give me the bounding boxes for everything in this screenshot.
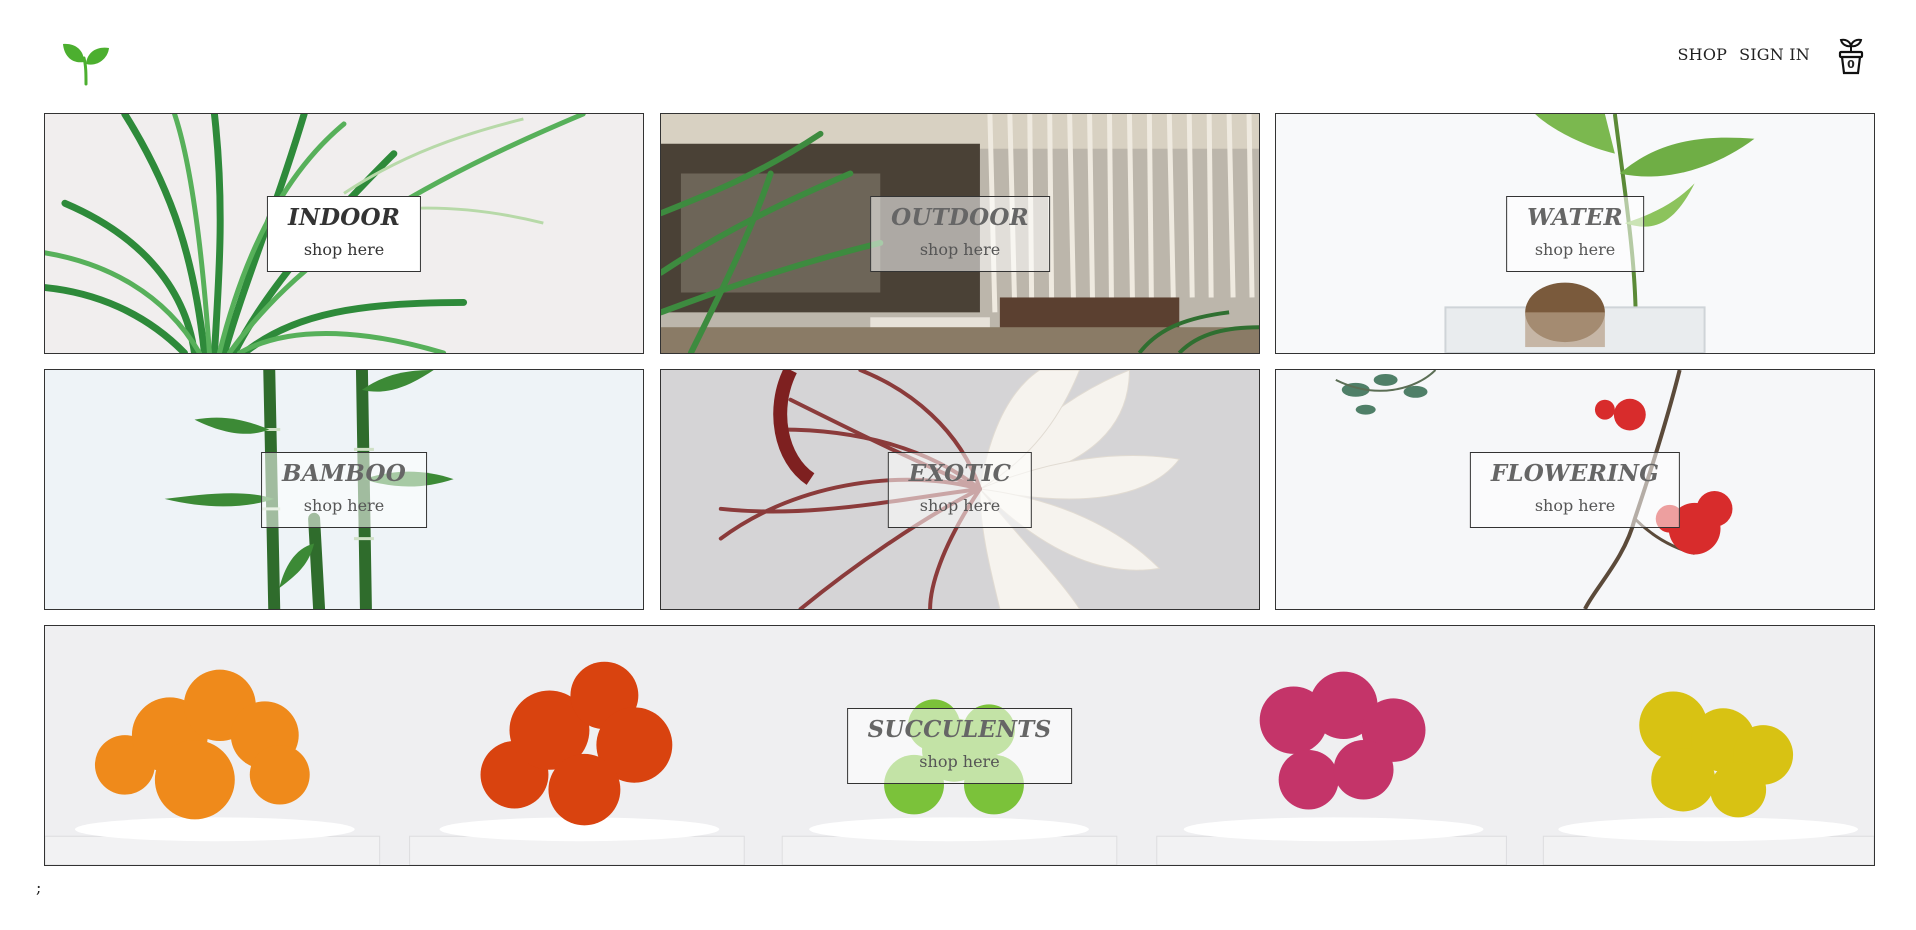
shop-here-link[interactable]: shop here xyxy=(1527,235,1623,265)
category-label-water[interactable]: WATER shop here xyxy=(1506,195,1644,272)
category-tile-flowering[interactable]: FLOWERING shop here xyxy=(1275,369,1875,610)
category-title: WATER xyxy=(1527,203,1623,231)
logo-leaf-icon[interactable] xyxy=(62,40,110,86)
category-tile-bamboo[interactable]: BAMBOO shop here xyxy=(44,369,644,610)
category-tile-water[interactable]: WATER shop here xyxy=(1275,113,1875,354)
category-label-indoor[interactable]: INDOOR shop here xyxy=(266,195,422,272)
category-tile-exotic[interactable]: EXOTIC shop here xyxy=(660,369,1260,610)
shop-here-link[interactable]: shop here xyxy=(288,235,400,265)
top-nav: SHOP SIGN IN 0 xyxy=(1666,38,1866,75)
category-label-succulents[interactable]: SUCCULENTS shop here xyxy=(846,707,1073,784)
shop-here-link[interactable]: shop here xyxy=(1491,491,1659,521)
category-tile-outdoor[interactable]: OUTDOOR shop here xyxy=(660,113,1260,354)
category-label-exotic[interactable]: EXOTIC shop here xyxy=(887,451,1033,528)
category-tile-succulents[interactable]: SUCCULENTS shop here xyxy=(44,625,1875,866)
shop-here-link[interactable]: shop here xyxy=(868,747,1052,777)
cart-count-badge: 0 xyxy=(1847,58,1855,71)
category-title: OUTDOOR xyxy=(891,203,1029,231)
shop-here-link[interactable]: shop here xyxy=(891,235,1029,265)
category-tile-indoor[interactable]: INDOOR shop here xyxy=(44,113,644,354)
nav-shop-link[interactable]: SHOP xyxy=(1678,45,1728,64)
category-title: BAMBOO xyxy=(282,459,406,487)
shop-here-link[interactable]: shop here xyxy=(282,491,406,521)
category-label-outdoor[interactable]: OUTDOOR shop here xyxy=(870,195,1050,272)
category-title: SUCCULENTS xyxy=(867,715,1052,743)
nav-sign-in-link[interactable]: SIGN IN xyxy=(1739,45,1810,64)
footer-stray-text: ; xyxy=(36,878,42,897)
category-title: FLOWERING xyxy=(1490,459,1660,487)
category-label-bamboo[interactable]: BAMBOO shop here xyxy=(261,451,427,528)
shop-here-link[interactable]: shop here xyxy=(909,491,1011,521)
category-title: EXOTIC xyxy=(908,459,1012,487)
category-title: INDOOR xyxy=(287,203,401,231)
cart-button[interactable]: 0 xyxy=(1836,38,1866,76)
category-label-flowering[interactable]: FLOWERING shop here xyxy=(1469,451,1681,528)
